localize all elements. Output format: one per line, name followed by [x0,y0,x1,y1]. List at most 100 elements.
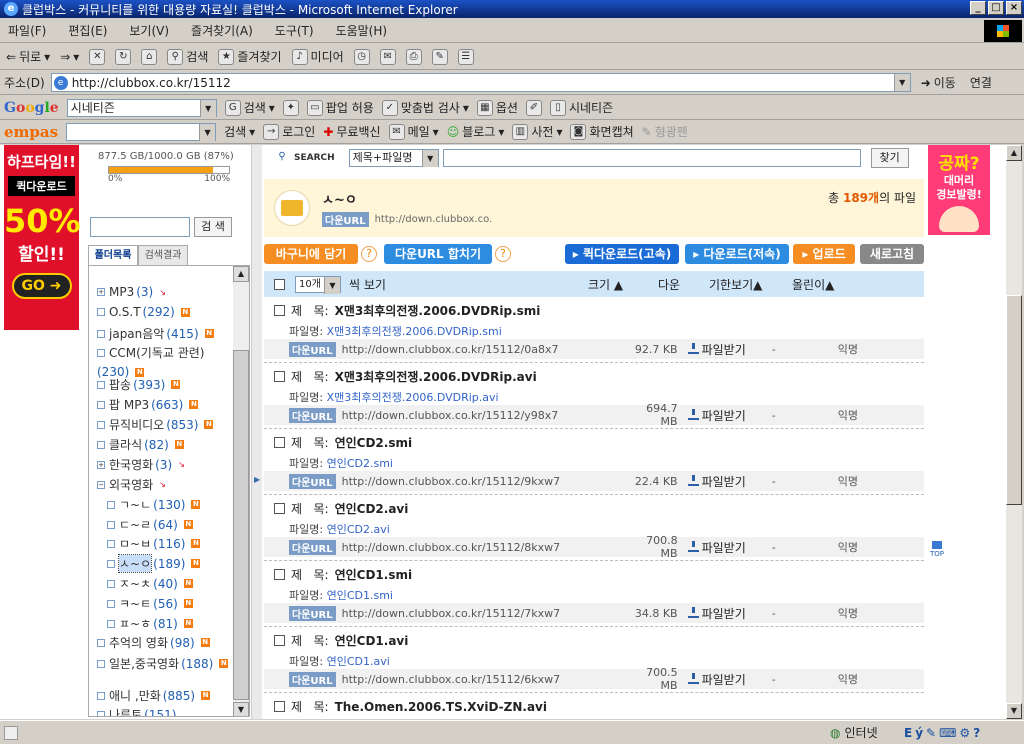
ime-help-icon[interactable]: ? [973,726,980,740]
folder-node-icon[interactable] [107,579,115,588]
print-icon[interactable]: ⎙ [405,48,422,65]
capture-button[interactable]: ◙ 화면캡쳐 [570,123,634,140]
folder-node-icon[interactable] [97,691,105,700]
folder-item[interactable]: 추억의 영화 (98) N [97,634,210,651]
basket-help-icon[interactable]: ? [361,246,377,262]
spellcheck-button[interactable]: ✓ 맞춤법 검사 ▾ [381,99,469,116]
file-title[interactable]: 연인CD1.avi [335,632,409,649]
collapse-icon[interactable]: − [97,480,105,489]
file-name[interactable]: X맨3최후의전쟁.2006.DVDRip.avi [327,391,499,404]
folder-node-icon[interactable] [97,348,105,357]
minimize-button[interactable]: _ [970,1,986,15]
file-checkbox[interactable] [274,305,285,316]
file-download-button[interactable]: 파일받기 [687,407,746,424]
col-expire[interactable]: 기한보기▲ [709,276,762,293]
ime-mode-icon[interactable]: ý [915,726,923,740]
file-checkbox[interactable] [274,569,285,580]
folder-item[interactable]: ㄱ~ㄴ (130) N [107,496,201,513]
folder-item[interactable]: 애니 ,만화 (885) N [97,687,211,704]
folder-item[interactable]: japan음악 (415) N [97,325,214,342]
upload-button[interactable]: ▸ 업로드 [793,244,855,264]
file-title[interactable]: The.Omen.2006.TS.XviD-ZN.avi [335,700,547,714]
favorites-button[interactable]: ★ 즐겨찾기 [218,48,282,65]
file-url-tag[interactable]: 다운URL [289,473,336,489]
file-url-tag[interactable]: 다운URL [289,671,336,687]
folder-item[interactable]: + MP3 (3) ↘ [97,285,166,299]
per-page-select[interactable]: 10개 ▼ [295,275,341,294]
file-url[interactable]: http://down.clubbox.co.kr/15112/7kxw7 [342,607,628,620]
download-button[interactable]: ▸ 다운로드(저속) [685,244,789,264]
tab-folders[interactable]: 폴더목록 [88,245,138,265]
folder-item[interactable]: ㅁ~ㅂ (116) N [107,535,201,552]
google-logo[interactable]: Google [4,100,59,116]
maximize-button[interactable]: □ [988,1,1004,15]
file-download-button[interactable]: 파일받기 [687,605,746,622]
file-name[interactable]: 연인CD2.smi [327,457,393,470]
per-page-dropdown-icon[interactable]: ▼ [324,276,340,294]
expand-icon[interactable]: + [97,288,105,296]
folder-item[interactable]: 뮤직비디오 (853) N [97,416,214,433]
file-url-tag[interactable]: 다운URL [289,407,336,423]
folder-item[interactable]: O.S.T (292) N [97,305,190,319]
google-search-button[interactable]: G 검색 ▾ [224,99,275,116]
refresh-button[interactable]: 새로고침 [860,244,924,264]
folder-node-icon[interactable] [107,619,115,628]
page-scroll-thumb[interactable] [1006,295,1022,505]
folder-node-icon[interactable] [97,638,105,647]
empas-search-button[interactable]: 검색 ▾ [224,123,255,140]
folder-tree-scrollbar[interactable]: ▲ ▼ [233,266,249,716]
file-name[interactable]: 연인CD1.smi [327,589,393,602]
menu-help[interactable]: 도움말(H) [336,22,388,39]
file-title[interactable]: 연인CD1.smi [335,566,413,583]
refresh-icon[interactable]: ↻ [115,48,132,65]
folder-node-icon[interactable] [97,440,105,449]
folder-item[interactable]: CCM(기독교 관련) (230) N [97,344,233,379]
folder-node-icon[interactable] [107,520,115,529]
messenger-icon[interactable]: ☰ [457,48,474,65]
home-icon[interactable]: ⌂ [141,48,158,65]
folder-node-icon[interactable] [97,329,105,338]
folder-node-icon[interactable] [97,380,105,389]
file-title[interactable]: X맨3최후의전쟁.2006.DVDRip.smi [335,302,541,319]
file-download-button[interactable]: 파일받기 [687,671,746,688]
login-button[interactable]: → 로그인 [263,123,315,140]
merge-help-icon[interactable]: ? [495,246,511,262]
menu-tools[interactable]: 도구(T) [275,22,314,39]
file-checkbox[interactable] [274,371,285,382]
merge-url-button[interactable]: 다운URL 합치기 [384,244,492,264]
go-button[interactable]: ➜ 이동 [921,74,956,91]
empas-logo[interactable]: empas [4,123,58,141]
address-dropdown-icon[interactable]: ▼ [893,74,910,91]
ime-tools-icon[interactable]: ⚙ [959,726,970,740]
vaccine-button[interactable]: ✚ 무료백신 [323,123,380,140]
file-url[interactable]: http://down.clubbox.co.kr/15112/0a8x7 [342,343,628,356]
folder-item[interactable]: 클라식 (82) N [97,436,184,453]
folder-url-tag[interactable]: 다운URL [322,212,369,227]
history-icon[interactable]: ◷ [353,48,370,65]
left-ad-banner[interactable]: 하프타임!! 퀵다운로드 50% 할인!! GO ➜ [4,145,81,330]
sidebar-toggle[interactable]: ▶ [251,145,262,719]
scope-dropdown-icon[interactable]: ▼ [421,150,438,167]
empas-search-input[interactable]: ▼ [66,122,217,141]
edit-icon[interactable]: ✎ [431,48,448,65]
folder-node-icon[interactable] [97,710,105,716]
folder-item[interactable]: ㅅ~ㅇ (189) N [107,554,201,573]
folder-item[interactable]: 일본,중국영화 (188) N [97,655,229,672]
search-button[interactable]: ⚲ 검색 [167,48,208,65]
options-button[interactable]: ▦ 옵션 [476,99,518,116]
back-button[interactable]: ⇐ 뒤로 ▾ [6,48,50,65]
folder-node-icon[interactable] [107,599,115,608]
search-scope-select[interactable]: 제목+파일명 ▼ [348,149,439,167]
blog-button[interactable]: ☺ 블로그 ▾ [447,123,505,140]
tree-scroll-up-icon[interactable]: ▲ [233,266,249,282]
file-url-tag[interactable]: 다운URL [289,605,336,621]
file-url-tag[interactable]: 다운URL [289,539,336,555]
menu-favorites[interactable]: 즐겨찾기(A) [191,22,253,39]
menu-view[interactable]: 보기(V) [129,22,169,39]
folder-search-input[interactable] [90,217,190,237]
google-search-input[interactable]: 시네티즌 ▼ [66,98,217,117]
google-dropdown-icon[interactable]: ▼ [199,99,216,117]
folder-node-icon[interactable] [97,308,105,316]
top-button[interactable]: TOP [930,541,944,558]
left-ad-go-button[interactable]: GO ➜ [11,273,72,299]
